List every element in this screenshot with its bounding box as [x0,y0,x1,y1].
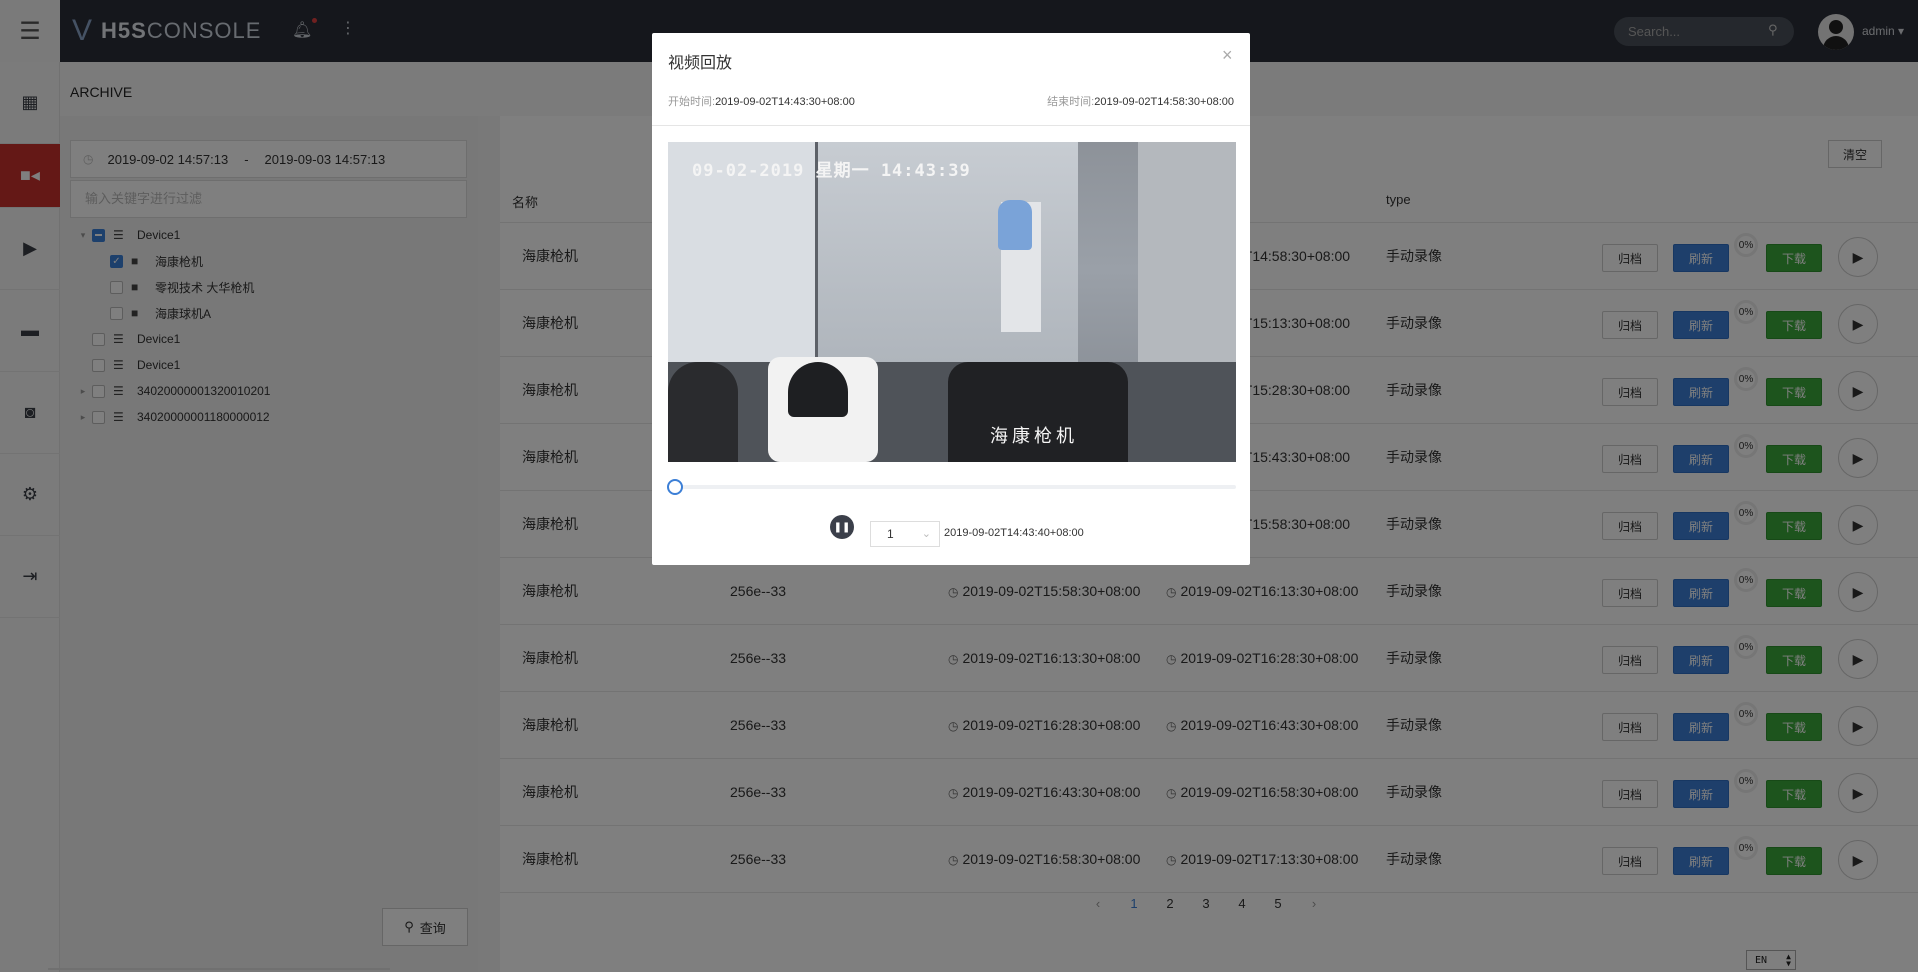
modal-divider [652,125,1250,126]
speed-select[interactable]: 1 ⌄ [870,521,940,547]
pause-button[interactable]: ❚❚ [830,515,854,539]
end-time-value: 2019-09-02T14:58:30+08:00 [1094,96,1234,108]
start-time: 开始时间:2019-09-02T14:43:30+08:00 [668,93,855,109]
video-camera-label: 海康枪机 [990,426,1078,446]
current-playback-time: 2019-09-02T14:43:40+08:00 [944,527,1084,539]
speed-value: 1 [887,527,894,541]
video-playback-modal: 视频回放 × 开始时间:2019-09-02T14:43:30+08:00 结束… [652,33,1250,565]
video-osd-timestamp: 09-02-2019 星期一 14:43:39 [692,161,971,181]
pause-icon: ❚❚ [833,521,851,533]
modal-time-range: 开始时间:2019-09-02T14:43:30+08:00 结束时间:2019… [668,93,1234,109]
playback-slider[interactable] [674,485,1236,489]
chevron-down-icon: ⌄ [921,528,931,540]
start-time-value: 2019-09-02T14:43:30+08:00 [715,96,855,108]
start-time-label: 开始时间: [668,96,716,108]
end-time-label: 结束时间: [1047,96,1095,108]
playback-slider-handle[interactable] [667,479,683,495]
modal-title: 视频回放 [668,55,733,72]
video-player[interactable]: 09-02-2019 星期一 14:43:39 海康枪机 [668,142,1236,462]
close-icon[interactable]: × [1222,45,1233,66]
end-time: 结束时间:2019-09-02T14:58:30+08:00 [1047,93,1234,109]
